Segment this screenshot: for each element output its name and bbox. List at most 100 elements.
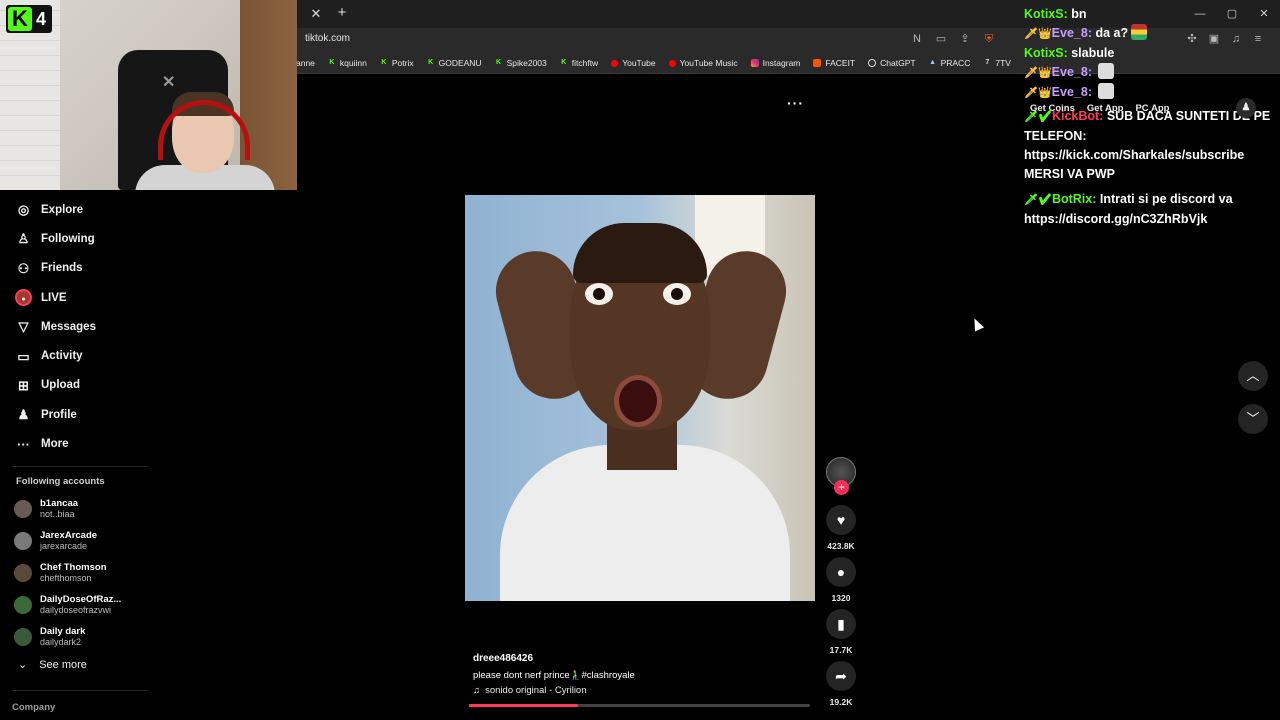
user-avatar-icon[interactable]: ♟ xyxy=(1236,98,1256,118)
chat-username[interactable]: KotixS: xyxy=(1024,7,1068,21)
chevron-up-icon: ︿ xyxy=(1246,368,1260,383)
close-tab-icon[interactable]: ✕ xyxy=(308,6,324,22)
sidebar-item-label: LIVE xyxy=(41,291,67,304)
bookmark-item[interactable]: Kfitchftw xyxy=(560,58,598,68)
company-link[interactable]: Company xyxy=(12,702,55,713)
url-field[interactable]: tiktok.com xyxy=(305,33,350,44)
video-person-eye-left xyxy=(585,283,613,305)
music-note-icon: ♫ xyxy=(473,685,481,696)
follow-plus-icon[interactable]: + xyxy=(834,480,849,495)
see-more-button[interactable]: ⌄ See more xyxy=(18,658,87,672)
sidebar-item-more[interactable]: ··· More xyxy=(10,429,170,458)
sidebar-item-label: Following xyxy=(41,232,95,245)
chat-username[interactable]: BotRix: xyxy=(1052,192,1096,206)
paper-plane-icon: ▽ xyxy=(18,319,29,335)
scroll-up-button[interactable]: ︿ xyxy=(1238,361,1268,391)
following-account-item[interactable]: b1ancaa not..biaa xyxy=(14,493,154,525)
sidebar-item-activity[interactable]: ▭ Activity xyxy=(10,341,170,370)
7tv-icon: 7 xyxy=(985,59,990,66)
kick-mark-icon: K xyxy=(8,7,32,31)
following-account-item[interactable]: Daily dark dailydark2 xyxy=(14,621,154,653)
video-progress-bar[interactable] xyxy=(469,704,810,707)
account-handle: chefthomson xyxy=(40,573,92,583)
share-count: 19.2K xyxy=(829,697,853,707)
sidebar-item-messages[interactable]: ▽ Messages xyxy=(10,312,170,341)
sidebar-item-label: More xyxy=(41,438,69,451)
bookmark-item[interactable]: YouTube Music xyxy=(668,58,738,68)
bookmark-item[interactable]: Instagram xyxy=(750,58,800,68)
save-button[interactable]: ▮ xyxy=(826,609,856,639)
bookmark-label: YouTube xyxy=(622,58,656,68)
account-handle: jarexarcade xyxy=(40,541,88,551)
bookmark-item[interactable]: ChatGPT xyxy=(868,58,916,68)
video-player[interactable] xyxy=(465,195,815,601)
chat-username[interactable]: KotixS: xyxy=(1024,46,1068,60)
sidebar-item-upload[interactable]: ⊞ Upload xyxy=(10,371,170,400)
account-text: JarexArcade jarexarcade xyxy=(40,530,97,552)
pracc-icon: ▲ xyxy=(929,59,937,66)
sidebar-item-live[interactable]: ● LIVE xyxy=(10,283,170,312)
sidebar-item-label: Upload xyxy=(41,379,80,392)
sidebar-item-profile[interactable]: ♟ Profile xyxy=(10,400,170,429)
chat-badges: 🗡✔ xyxy=(1024,194,1052,206)
like-count: 423.8K xyxy=(827,541,855,551)
pc-app-button[interactable]: PC App xyxy=(1135,103,1169,114)
bookmark-item[interactable]: ▲ PRACC xyxy=(929,58,971,68)
sidebar-item-following[interactable]: ♙ Following xyxy=(10,224,170,253)
following-account-item[interactable]: JarexArcade jarexarcade xyxy=(14,525,154,557)
avatar xyxy=(14,532,32,550)
cast-icon[interactable]: ▭ xyxy=(934,32,948,46)
kick-number: 4 xyxy=(36,8,47,29)
chat-message: KotixS: slabule xyxy=(1024,44,1274,63)
divider xyxy=(12,466,147,467)
video-author[interactable]: dreee486426 xyxy=(473,653,533,664)
avatar xyxy=(14,596,32,614)
chat-username[interactable]: Eve_8: xyxy=(1052,26,1092,40)
comment-icon: ● xyxy=(836,564,846,580)
bookmark-item[interactable]: YouTube xyxy=(611,58,656,68)
bookmark-item[interactable]: anne xyxy=(296,58,315,68)
sidebar-item-explore[interactable]: ◎ Explore xyxy=(10,195,170,224)
kick-icon: K xyxy=(329,59,335,66)
share-button[interactable]: ➦ xyxy=(826,661,856,691)
share-icon[interactable]: ⇪ xyxy=(958,32,972,46)
chat-username[interactable]: Eve_8: xyxy=(1052,85,1092,99)
scroll-down-button[interactable]: ﹀ xyxy=(1238,404,1268,434)
like-button[interactable]: ♥ xyxy=(826,505,856,535)
faceit-icon xyxy=(813,59,822,67)
account-name: Daily dark xyxy=(40,626,86,637)
account-name: b1ancaa xyxy=(40,498,79,509)
bookmark-item[interactable]: Kkquiinn xyxy=(328,58,366,68)
more-options-icon[interactable]: ··· xyxy=(787,95,804,111)
account-name: Chef Thomson xyxy=(40,562,107,573)
bookmark-label: FACEIT xyxy=(825,58,856,68)
brave-shield-icon[interactable]: ⛨ xyxy=(982,32,996,46)
kick-icon: K xyxy=(561,59,567,66)
comment-button[interactable]: ● xyxy=(826,557,856,587)
bookmark-item[interactable]: K GODEANU xyxy=(427,58,482,68)
person-icon: ♙ xyxy=(17,231,30,247)
live-icon: ● xyxy=(15,289,32,307)
bookmark-item[interactable]: 7 7TV xyxy=(983,58,1011,68)
chevron-down-icon: ﹀ xyxy=(1246,411,1260,426)
bookmark-item[interactable]: FACEIT xyxy=(813,58,855,68)
bookmark-item[interactable]: K Potrix xyxy=(380,58,413,68)
bookmark-label: GODEANU xyxy=(438,58,482,68)
chat-username[interactable]: Eve_8: xyxy=(1052,65,1092,79)
new-tab-button[interactable]: + xyxy=(334,5,350,21)
chat-message: 🗡✔KickBot: SUB DACA SUNTETI DE PE TELEFO… xyxy=(1024,107,1274,184)
bookmark-item[interactable]: K Spike2003 xyxy=(495,58,547,68)
chat-message: 🗡👑Eve_8: xyxy=(1024,63,1274,83)
following-account-item[interactable]: Chef Thomson chefthomson xyxy=(14,557,154,589)
sidebar-item-friends[interactable]: ⚇ Friends xyxy=(10,254,170,283)
video-sound[interactable]: ♫ sonido original - Cyrilion xyxy=(473,685,587,696)
bookmark-label: PRACC xyxy=(940,58,971,68)
get-app-button[interactable]: Get App xyxy=(1087,103,1124,114)
address-bar-icons: N ▭ ⇪ ⛨ xyxy=(910,32,996,46)
translate-icon[interactable]: N xyxy=(910,32,924,46)
kick-icon: K xyxy=(428,59,434,66)
video-person-eye-right xyxy=(663,283,691,305)
get-coins-button[interactable]: Get Coins xyxy=(1030,103,1075,114)
bookmark-label: Spike2003 xyxy=(506,58,547,68)
following-account-item[interactable]: DailyDoseOfRaz... dailydoseofrazvwi xyxy=(14,589,154,621)
